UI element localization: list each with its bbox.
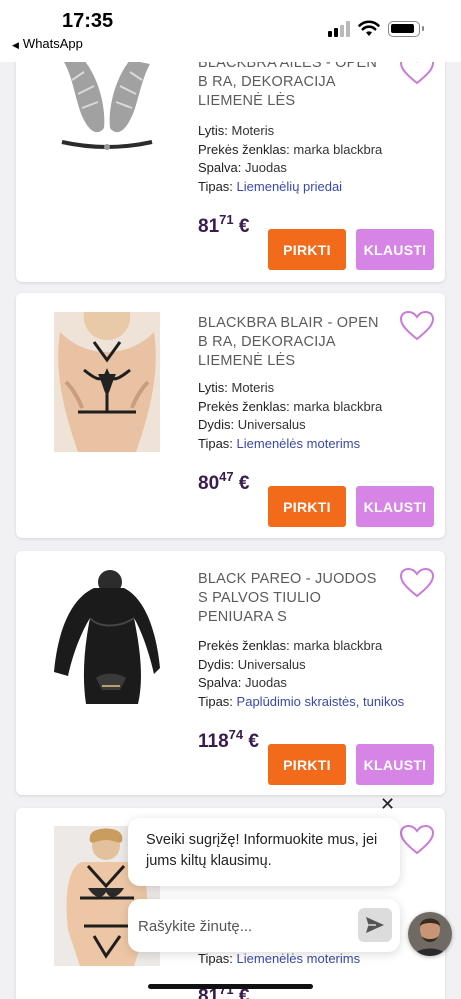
attribute-row: Spalva: Juodas — [198, 674, 438, 693]
back-to-app-link[interactable]: ◀ WhatsApp — [12, 36, 83, 51]
attribute-link[interactable]: Liemenėlės moterims — [237, 436, 361, 451]
buy-button[interactable]: PIRKTI — [268, 486, 346, 527]
attribute-value: marka blackbra — [293, 638, 383, 653]
attribute-key: Tipas: — [198, 693, 233, 709]
price-integer: 81 — [198, 216, 220, 237]
signal-icon — [328, 20, 350, 37]
attribute-row: Prekės ženklas: marka blackbra — [198, 141, 438, 160]
attribute-row: Spalva: Juodas — [198, 159, 438, 178]
price-currency: € — [238, 216, 250, 237]
attribute-row: Lytis: Moteris — [198, 379, 438, 398]
product-price: 8171 € — [198, 213, 250, 238]
send-button[interactable] — [358, 908, 392, 942]
attribute-key: Lytis: — [198, 380, 228, 395]
product-price: 8047 € — [198, 470, 250, 495]
chat-message-input[interactable] — [138, 913, 348, 939]
attribute-row: Tipas: Liemenėlės moterims — [198, 435, 438, 454]
agent-photo — [408, 912, 452, 956]
wishlist-heart-icon[interactable] — [399, 824, 435, 856]
price-integer: 118 — [198, 731, 229, 752]
clock: 17:35 — [62, 10, 114, 32]
price-currency: € — [248, 731, 259, 752]
attribute-key: Lytis: — [198, 123, 228, 138]
product-image[interactable] — [54, 50, 160, 200]
attribute-row: Tipas: Paplūdimio skraistės, tunikos — [198, 693, 438, 712]
attribute-link[interactable]: Liemenėlės moterims — [237, 951, 361, 966]
attribute-value: marka blackbra — [293, 398, 383, 414]
ask-button[interactable]: KLAUSTI — [356, 486, 434, 527]
price-cents: 74 — [228, 727, 244, 742]
back-app-label: WhatsApp — [22, 36, 83, 51]
attribute-value: Juodas — [245, 675, 287, 690]
attribute-value: marka blackbra — [293, 141, 383, 157]
home-indicator — [148, 984, 313, 989]
attribute-key: Spalva: — [198, 160, 242, 175]
product-attributes: Prekės ženklas: marka blackbra Dydis: Un… — [198, 637, 438, 711]
ask-button[interactable]: KLAUSTI — [356, 229, 434, 270]
attribute-key: Prekės ženklas: — [198, 398, 290, 414]
product-image[interactable] — [54, 568, 160, 710]
wifi-icon — [358, 20, 380, 36]
attribute-key: Tipas: — [198, 951, 233, 966]
product-title[interactable]: BLACKBRA BLAIR - OPEN B RA, DEKORACIJA L… — [198, 314, 386, 371]
product-card: BLACKBRA BLAIR - OPEN B RA, DEKORACIJA L… — [16, 293, 445, 538]
wishlist-heart-icon[interactable] — [399, 310, 435, 342]
attribute-key: Tipas: — [198, 178, 233, 194]
price-integer: 80 — [198, 473, 220, 494]
chat-input-box — [128, 899, 400, 952]
attribute-link[interactable]: Paplūdimio skraistės, tunikos — [237, 694, 405, 709]
attribute-row: Prekės ženklas: marka blackbra — [198, 637, 438, 656]
attribute-value: Moteris — [231, 123, 275, 138]
product-card: BLACK PAREO - JUODOS S PALVOS TIULIO PEN… — [16, 551, 445, 795]
product-title[interactable]: BLACKBRA AILES - OPEN B RA, DEKORACIJA L… — [198, 54, 386, 111]
product-attributes: Tipas: Liemenėlės moterims — [198, 950, 438, 969]
attribute-row: Lytis: Moteris — [198, 122, 438, 141]
attribute-row: Prekės ženklas: marka blackbra — [198, 398, 438, 417]
product-card: BLACKBRA AILES - OPEN B RA, DEKORACIJA L… — [16, 30, 445, 282]
price-currency: € — [238, 473, 250, 494]
attribute-value: Universalus — [237, 417, 306, 432]
chat-welcome-message: Sveiki sugrįžę! Informuokite mus, jei ju… — [128, 818, 400, 886]
buy-button[interactable]: PIRKTI — [268, 229, 346, 270]
product-title[interactable]: BLACK PAREO - JUODOS S PALVOS TIULIO PEN… — [198, 570, 386, 627]
product-image[interactable] — [54, 312, 160, 452]
price-cents: 47 — [219, 469, 234, 484]
chat-close-button[interactable]: ✕ — [380, 794, 395, 815]
attribute-row: Dydis: Universalus — [198, 656, 438, 675]
attribute-row: Dydis: Universalus — [198, 416, 438, 435]
attribute-key: Spalva: — [198, 675, 242, 690]
chat-agent-avatar[interactable] — [408, 912, 452, 956]
ask-button[interactable]: KLAUSTI — [356, 744, 434, 785]
attribute-row: Tipas: Liemenėlės moterims — [198, 950, 438, 969]
attribute-row: Tipas: Liemenėlių priedai — [198, 178, 438, 197]
product-attributes: Lytis: Moteris Prekės ženklas: marka bla… — [198, 122, 438, 196]
attribute-key: Tipas: — [198, 435, 233, 451]
attribute-key: Prekės ženklas: — [198, 638, 290, 653]
attribute-value: Universalus — [237, 656, 306, 672]
back-arrow-icon: ◀ — [12, 40, 19, 50]
attribute-link[interactable]: Liemenėlių priedai — [237, 179, 343, 194]
battery-icon — [388, 21, 424, 37]
product-attributes: Lytis: Moteris Prekės ženklas: marka bla… — [198, 379, 438, 453]
attribute-key: Dydis: — [198, 656, 235, 672]
send-icon — [366, 917, 384, 933]
attribute-value: Juodas — [245, 160, 287, 175]
attribute-key: Dydis: — [198, 417, 235, 432]
attribute-key: Prekės ženklas: — [198, 141, 290, 157]
buy-button[interactable]: PIRKTI — [268, 744, 346, 785]
attribute-value: Moteris — [231, 380, 275, 395]
price-cents: 71 — [219, 212, 234, 227]
product-price: 11874 € — [198, 728, 259, 753]
wishlist-heart-icon[interactable] — [399, 567, 435, 599]
status-bar: 17:35 ◀ WhatsApp — [0, 0, 461, 62]
